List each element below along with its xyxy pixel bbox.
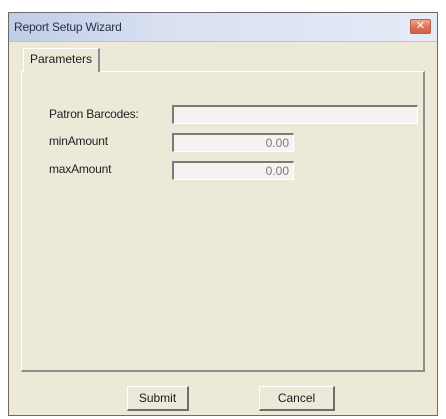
min-amount-field[interactable] — [172, 133, 294, 152]
min-amount-label: minAmount — [49, 134, 108, 148]
parameters-panel: Patron Barcodes: minAmount maxAmount — [21, 71, 425, 372]
max-amount-field[interactable] — [172, 161, 294, 180]
window-title: Report Setup Wizard — [14, 20, 122, 34]
patron-barcodes-label: Patron Barcodes: — [49, 107, 139, 121]
tab-parameters[interactable]: Parameters — [23, 48, 101, 72]
patron-barcodes-field[interactable] — [172, 105, 418, 124]
title-bar[interactable]: Report Setup Wizard ✕ — [9, 13, 437, 42]
max-amount-label: maxAmount — [49, 162, 112, 176]
submit-button[interactable]: Submit — [127, 386, 189, 411]
close-icon[interactable]: ✕ — [410, 19, 431, 34]
cancel-button[interactable]: Cancel — [259, 386, 335, 411]
report-setup-wizard-dialog: Report Setup Wizard ✕ Parameters Patron … — [8, 12, 438, 416]
